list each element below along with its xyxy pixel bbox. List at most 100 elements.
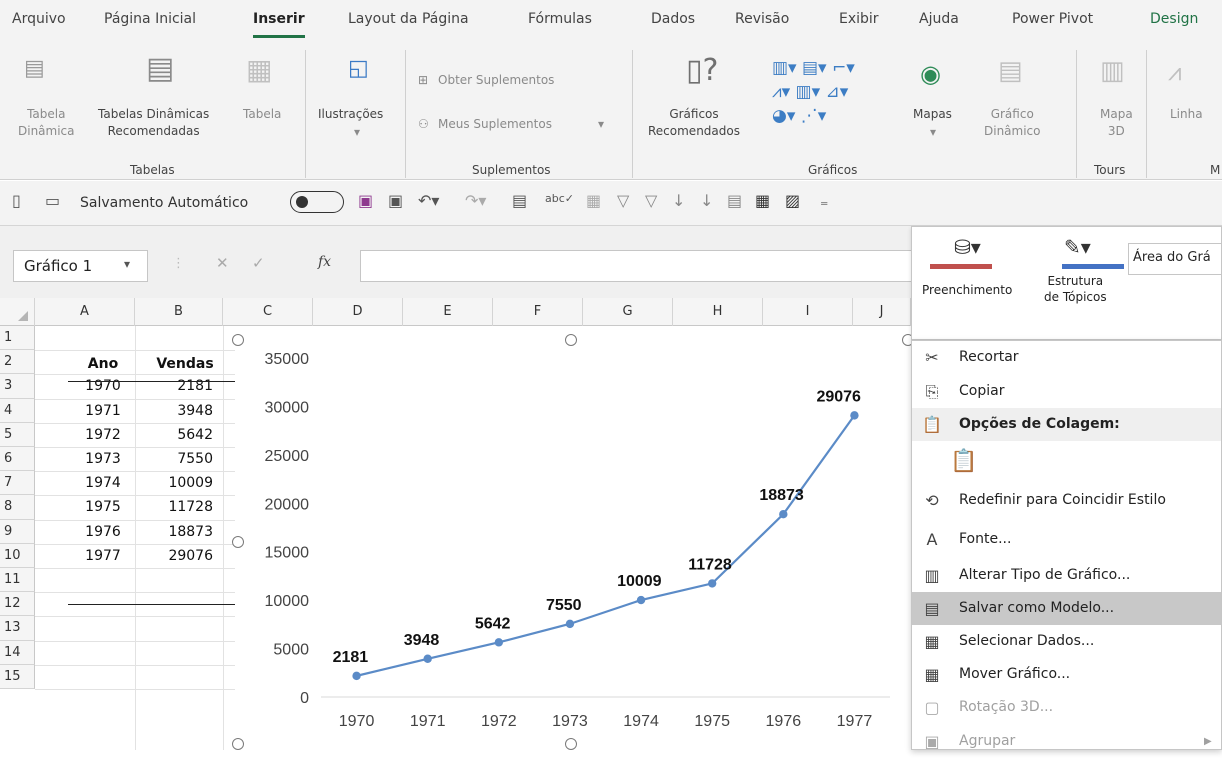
tab-formulas[interactable]: Fórmulas bbox=[528, 11, 592, 27]
table-cell[interactable]: 2181 bbox=[135, 374, 213, 398]
obter-suplementos-button[interactable]: Obter Suplementos bbox=[438, 72, 554, 89]
function-icon[interactable]: fx bbox=[318, 254, 331, 270]
ilustracoes-button[interactable]: Ilustrações bbox=[318, 106, 383, 123]
form-icon[interactable]: ▤ bbox=[727, 193, 742, 209]
tab-design[interactable]: Design bbox=[1150, 11, 1198, 27]
tab-ajuda[interactable]: Ajuda bbox=[919, 11, 959, 27]
ilustracoes-dropdown-icon[interactable]: ▾ bbox=[354, 124, 360, 141]
tab-exibir[interactable]: Exibir bbox=[839, 11, 879, 27]
chart-area[interactable]: 0 5000 10000 15000 20000 25000 30000 35000 1970 1… bbox=[238, 340, 908, 750]
column-header-h[interactable]: H bbox=[673, 298, 763, 326]
confirm-icon[interactable]: ✓ bbox=[252, 254, 265, 272]
row-header[interactable]: 11 bbox=[0, 568, 35, 593]
clear-filter-icon[interactable]: ▽ bbox=[645, 193, 657, 209]
tab-power-pivot[interactable]: Power Pivot bbox=[1012, 11, 1093, 27]
row-header[interactable]: 4 bbox=[0, 398, 35, 423]
row-header[interactable]: 3 bbox=[0, 374, 35, 399]
tab-dados[interactable]: Dados bbox=[651, 11, 695, 27]
table-cell[interactable]: Ano bbox=[68, 352, 138, 376]
table-cell[interactable]: 1974 bbox=[68, 471, 138, 495]
chart-resize-handle[interactable] bbox=[565, 334, 577, 346]
table-cell[interactable]: 1970 bbox=[68, 374, 138, 398]
tabela-button[interactable]: Tabela bbox=[243, 106, 281, 123]
tab-revisao[interactable]: Revisão bbox=[735, 11, 789, 27]
column-header-a[interactable]: A bbox=[35, 298, 135, 326]
mapas-dropdown-icon[interactable]: ▾ bbox=[930, 124, 936, 141]
table-cell[interactable]: 1975 bbox=[68, 495, 138, 519]
column-chart-icon[interactable]: ▥▾ ▤▾ ⌐▾ bbox=[772, 60, 855, 77]
row-header[interactable]: 2 bbox=[0, 350, 35, 375]
print-preview-icon[interactable]: ▤ bbox=[512, 193, 527, 209]
column-header-e[interactable]: E bbox=[403, 298, 493, 326]
table-cell[interactable]: 7550 bbox=[135, 447, 213, 471]
pie-chart-icon[interactable]: ◕▾ ⋰▾ bbox=[772, 108, 826, 125]
row-header[interactable]: 10 bbox=[0, 543, 35, 568]
name-box[interactable]: Gráfico 1 ▾ bbox=[13, 250, 148, 282]
context-menu-item[interactable]: ⟲ Redefinir para Coincidir Estilo bbox=[912, 484, 1221, 517]
sort-asc-icon[interactable]: ↓ bbox=[672, 193, 685, 209]
row-header[interactable]: 6 bbox=[0, 447, 35, 472]
table-cell[interactable]: Vendas bbox=[140, 352, 230, 376]
context-menu-item[interactable]: A Fonte... bbox=[912, 523, 1221, 556]
redo-icon[interactable]: ↷▾ bbox=[465, 193, 486, 209]
row-header[interactable]: 8 bbox=[0, 495, 35, 520]
context-menu-item[interactable]: ▢ Rotação 3D... bbox=[912, 691, 1221, 724]
row-header[interactable]: 14 bbox=[0, 640, 35, 665]
tab-pagina-inicial[interactable]: Página Inicial bbox=[104, 11, 196, 27]
table-cell[interactable]: 1976 bbox=[68, 520, 138, 544]
tab-arquivo[interactable]: Arquivo bbox=[12, 11, 66, 27]
row-header[interactable]: 7 bbox=[0, 471, 35, 496]
linha-button[interactable]: Linha bbox=[1170, 106, 1203, 123]
estrutura-de-topicos-button[interactable]: Estrutura de Tópicos bbox=[1044, 273, 1107, 305]
table-cell[interactable]: 18873 bbox=[135, 520, 213, 544]
table-cell[interactable]: 3948 bbox=[135, 399, 213, 423]
outline-pen-icon[interactable]: ✎▾ bbox=[1064, 235, 1091, 259]
row-header[interactable]: 15 bbox=[0, 664, 35, 689]
filter-icon[interactable]: ▽ bbox=[617, 193, 629, 209]
chart-resize-handle[interactable] bbox=[232, 738, 244, 750]
column-header-d[interactable]: D bbox=[313, 298, 403, 326]
meus-suplementos-dropdown-icon[interactable]: ▾ bbox=[598, 116, 604, 133]
spelling-icon[interactable]: abc✓ bbox=[545, 193, 574, 204]
context-menu-item[interactable]: ✂ Recortar bbox=[912, 341, 1221, 374]
context-menu-item[interactable]: ▣ Agrupar ▶ bbox=[912, 725, 1221, 758]
qat-customize-icon[interactable]: ₌ bbox=[820, 193, 828, 209]
tab-layout-da-pagina[interactable]: Layout da Página bbox=[348, 11, 469, 27]
formula-input[interactable] bbox=[360, 250, 920, 282]
table-cell[interactable]: 1977 bbox=[68, 544, 138, 568]
table-cell[interactable]: 1972 bbox=[68, 423, 138, 447]
select-all-corner[interactable] bbox=[0, 298, 35, 326]
row-header[interactable]: 13 bbox=[0, 616, 35, 641]
autosave-toggle[interactable] bbox=[290, 191, 344, 213]
table-cell[interactable]: 5642 bbox=[135, 423, 213, 447]
row-header[interactable]: 12 bbox=[0, 592, 35, 617]
grafico-dinamico-button[interactable]: Gráfico Dinâmico bbox=[984, 106, 1041, 140]
line-chart-icon[interactable]: ⩘▾ ▥▾ ⊿▾ bbox=[772, 84, 848, 101]
cancel-icon[interactable]: ✕ bbox=[216, 254, 229, 272]
context-menu-item[interactable]: ▦ Selecionar Dados... bbox=[912, 625, 1221, 658]
new-file-icon[interactable]: ▯ bbox=[12, 193, 21, 209]
context-menu-item[interactable]: ▦ Mover Gráfico... bbox=[912, 658, 1221, 691]
open-folder-icon[interactable]: ▭ bbox=[45, 193, 60, 209]
meus-suplementos-button[interactable]: Meus Suplementos bbox=[438, 116, 552, 133]
tabela-dinamica-button[interactable]: Tabela Dinâmica bbox=[18, 106, 75, 140]
mapa-3d-button[interactable]: Mapa 3D bbox=[1100, 106, 1133, 140]
column-header-i[interactable]: I bbox=[763, 298, 853, 326]
chart-resize-handle[interactable] bbox=[232, 536, 244, 548]
save-icon[interactable]: ▣ bbox=[358, 193, 373, 209]
chart-resize-handle[interactable] bbox=[232, 334, 244, 346]
column-header-f[interactable]: F bbox=[493, 298, 583, 326]
context-menu-item[interactable]: 📋 bbox=[912, 441, 1221, 483]
graficos-recomendados-button[interactable]: Gráficos Recomendados bbox=[648, 106, 740, 140]
tab-inserir[interactable]: Inserir bbox=[253, 11, 305, 38]
sort-desc-icon[interactable]: ↓ bbox=[700, 193, 713, 209]
tabelas-dinamicas-recomendadas-button[interactable]: Tabelas Dinâmicas Recomendadas bbox=[98, 106, 209, 140]
column-header-j[interactable]: J bbox=[853, 298, 911, 326]
chart-resize-handle[interactable] bbox=[565, 738, 577, 750]
fill-bucket-icon[interactable]: ⛁▾ bbox=[954, 235, 981, 259]
column-header-c[interactable]: C bbox=[223, 298, 313, 326]
row-header[interactable]: 9 bbox=[0, 519, 35, 544]
chevron-down-icon[interactable]: ▾ bbox=[124, 257, 130, 271]
table-grid-icon[interactable]: ▦ bbox=[755, 193, 770, 209]
save-as-icon[interactable]: ▣ bbox=[388, 193, 403, 209]
